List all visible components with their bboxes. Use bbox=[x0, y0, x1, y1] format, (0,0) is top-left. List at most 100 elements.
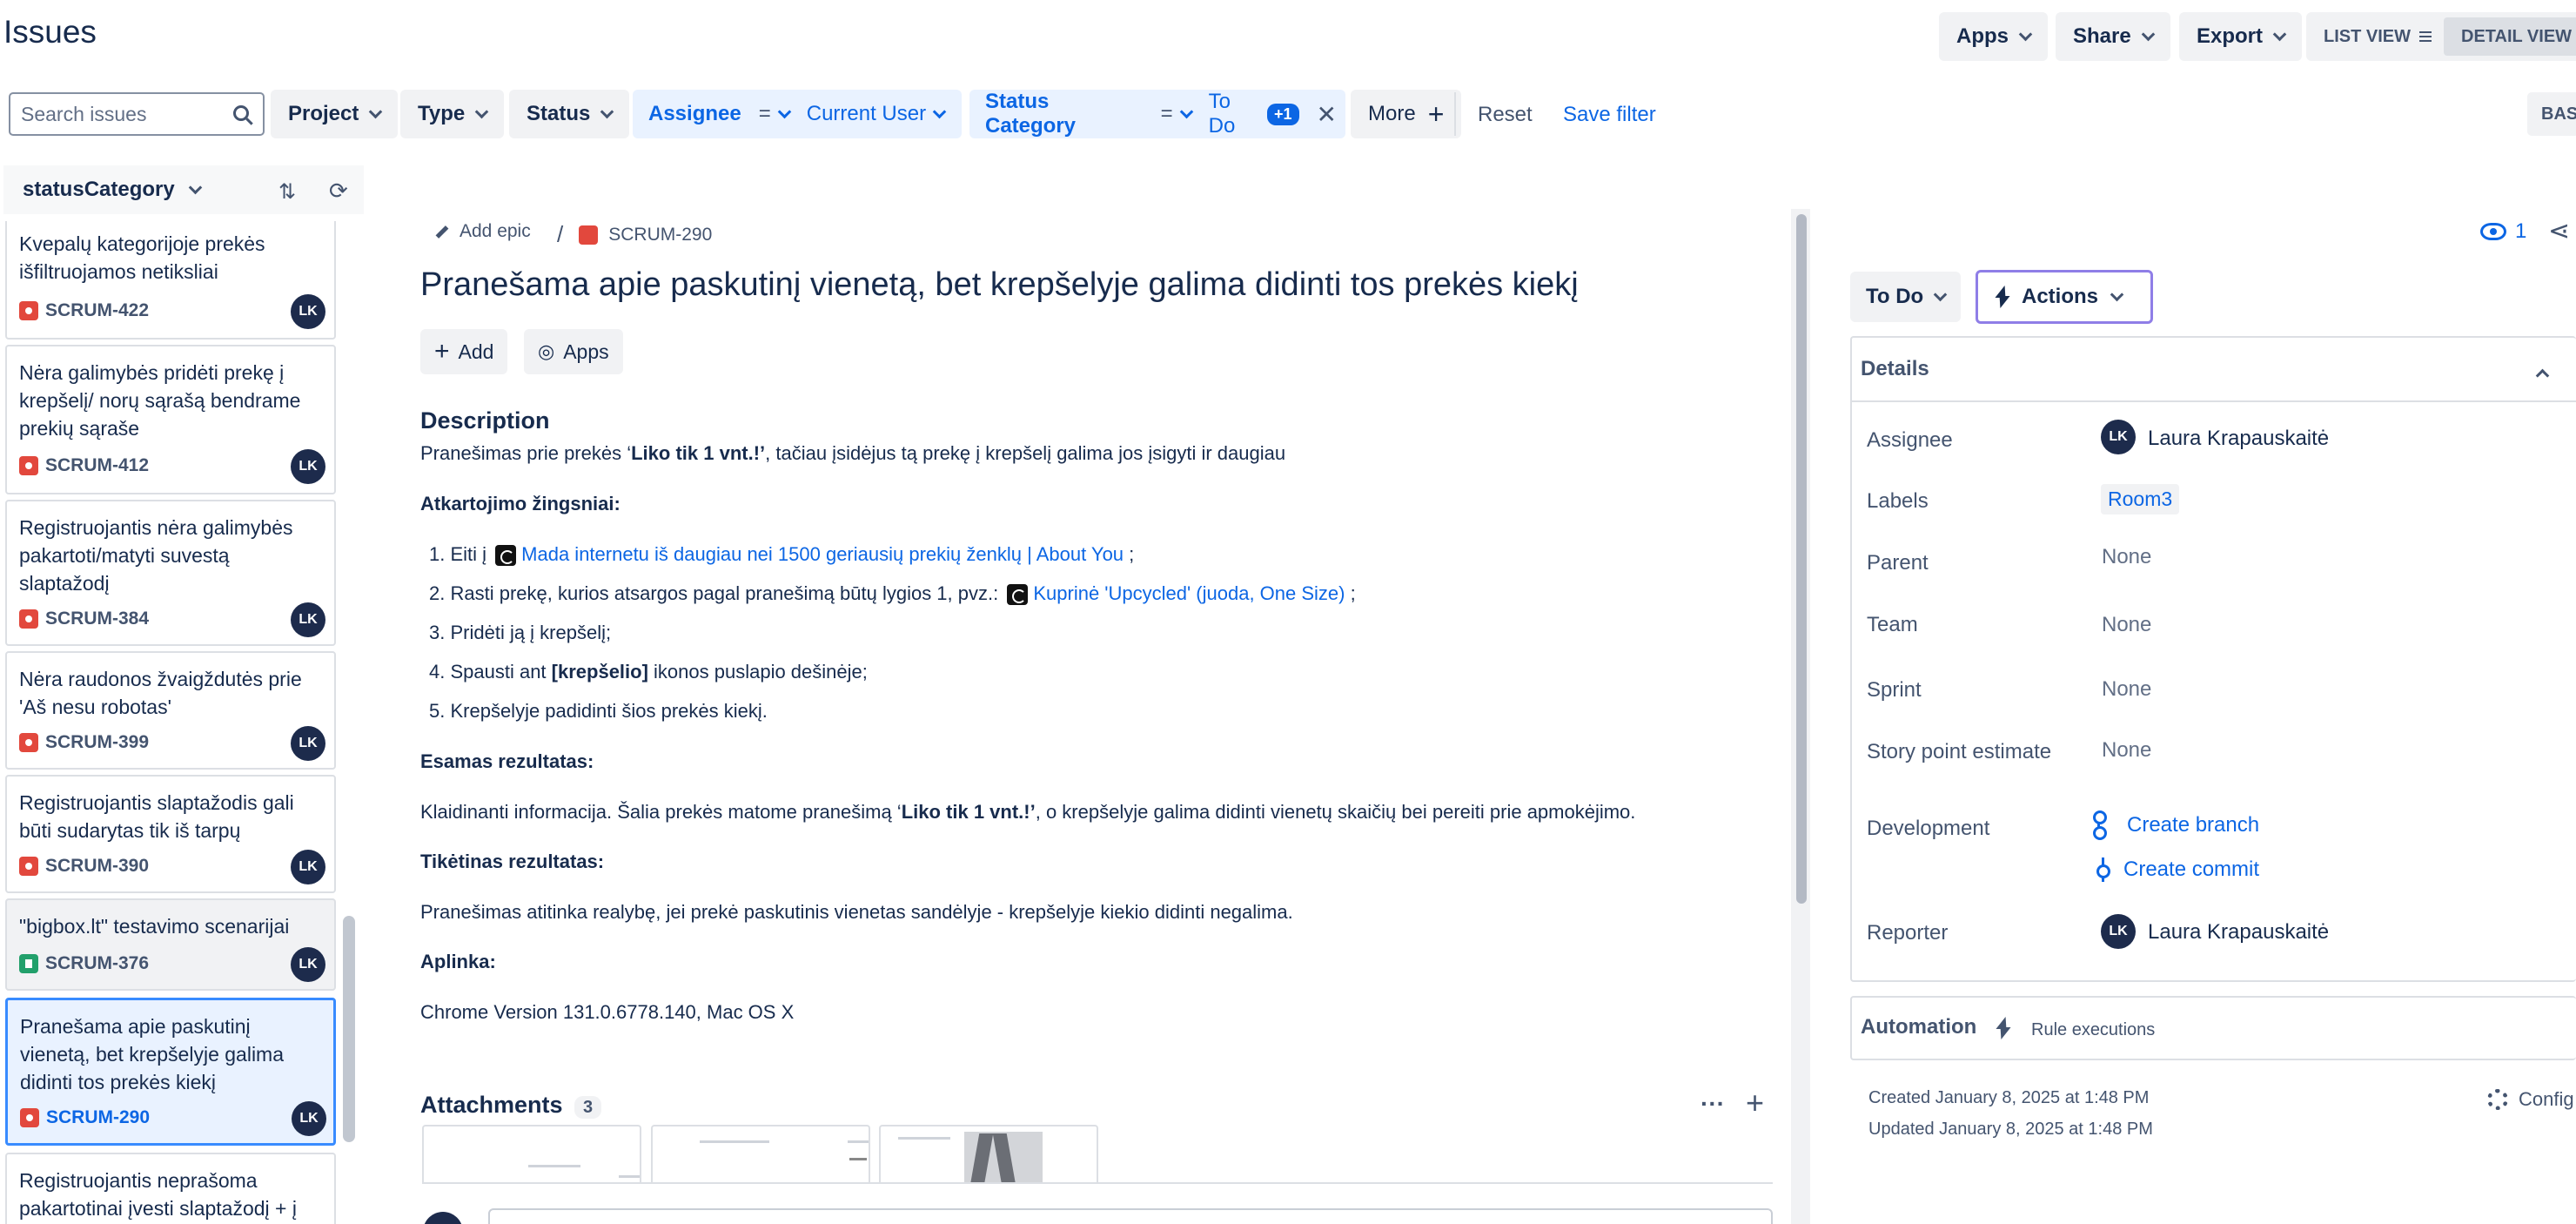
actual-text-bold: Liko tik 1 vnt.!’ bbox=[901, 801, 1036, 823]
refresh-icon[interactable]: ⟳ bbox=[329, 178, 348, 205]
label-tag[interactable]: Room3 bbox=[2101, 484, 2180, 514]
list-item-selected[interactable]: Pranešama apie paskutinį vienetą, bet kr… bbox=[5, 998, 336, 1146]
assignee-filter[interactable]: Assignee = Current User bbox=[633, 90, 962, 138]
sprint-value[interactable]: None bbox=[2102, 677, 2151, 702]
parent-value[interactable]: None bbox=[2102, 545, 2151, 569]
bug-icon bbox=[579, 225, 599, 245]
list-item[interactable]: Nėra raudonos žvaigždutės prie 'Aš nesu … bbox=[5, 651, 336, 770]
export-button[interactable]: Export bbox=[2179, 12, 2303, 61]
step-2: 2. Rasti prekę, kurios atsargos pagal pr… bbox=[429, 582, 1356, 606]
issue-title[interactable]: Pranešama apie paskutinį vienetą, bet kr… bbox=[420, 266, 1579, 304]
attachment-thumbnail[interactable] bbox=[879, 1125, 1098, 1184]
more-filters-button[interactable]: More + bbox=[1351, 90, 1462, 138]
bug-icon bbox=[19, 733, 38, 752]
bug-icon bbox=[20, 1108, 39, 1127]
avatar: LK bbox=[291, 726, 325, 761]
avatar: LK bbox=[291, 602, 325, 637]
status-category-operator[interactable]: = bbox=[1152, 90, 1200, 138]
detail-view-button[interactable]: DETAIL VIEW bbox=[2444, 17, 2576, 56]
actual-text-c: , o krepšelyje galima didinti vienetų sk… bbox=[1035, 801, 1636, 823]
environment-text: Chrome Version 131.0.6778.140, Mac OS X bbox=[420, 1001, 795, 1023]
basic-toggle[interactable]: BAS bbox=[2527, 92, 2576, 136]
save-filter-button[interactable]: Save filter bbox=[1563, 103, 1656, 127]
watcher-count: 1 bbox=[2515, 219, 2527, 243]
create-commit-link[interactable]: Create commit bbox=[2096, 857, 2259, 882]
desc-text-a: Pranešimas prie prekės ‘ bbox=[420, 442, 632, 464]
step-1-text: Eiti į bbox=[450, 543, 487, 565]
gear-icon bbox=[2487, 1089, 2508, 1110]
status-filter[interactable]: Status bbox=[509, 90, 630, 138]
product-link[interactable]: Kuprinė 'Upcycled' (juoda, One Size) bbox=[1033, 582, 1345, 604]
aboutyou-link[interactable]: Mada internetu iš daugiau nei 1500 geria… bbox=[521, 543, 1124, 565]
issue-key-link[interactable]: SCRUM-290 bbox=[608, 225, 712, 245]
chevron-down-icon bbox=[1933, 287, 1948, 301]
status-category-field[interactable]: Status Category bbox=[969, 90, 1152, 138]
avatar: LK bbox=[292, 1101, 326, 1136]
actions-button[interactable]: Actions bbox=[1976, 270, 2153, 324]
create-branch-link[interactable]: Create branch bbox=[2093, 810, 2260, 840]
list-item[interactable]: "bigbox.lt" testavimo scenarijai SCRUM-3… bbox=[5, 898, 336, 991]
assignee-operator[interactable]: = bbox=[750, 90, 798, 138]
status-category-value[interactable]: To Do +1 bbox=[1200, 90, 1308, 138]
list-item[interactable]: Kvepalų kategorijoje prekės išfiltruojam… bbox=[5, 221, 336, 340]
team-value[interactable]: None bbox=[2102, 613, 2151, 637]
chevron-up-icon[interactable] bbox=[2535, 362, 2550, 387]
description-text[interactable]: Pranešimas prie prekės ‘Liko tik 1 vnt.!… bbox=[420, 442, 1285, 465]
assignee-value[interactable]: Laura Krapauskaitė bbox=[2148, 427, 2329, 451]
detail-view-label: DETAIL VIEW bbox=[2461, 26, 2573, 46]
reset-button[interactable]: Reset bbox=[1478, 103, 1533, 127]
project-label: Project bbox=[288, 102, 359, 125]
add-epic-button[interactable]: Add epic bbox=[435, 221, 531, 242]
list-item[interactable]: Registruojantis slaptažodis gali būti su… bbox=[5, 775, 336, 893]
count-badge: +1 bbox=[1267, 103, 1299, 125]
sort-icon[interactable]: ⇅ bbox=[278, 179, 296, 205]
list-item[interactable]: Registruojantis neprašoma pakartotinai į… bbox=[5, 1153, 336, 1224]
list-item[interactable]: Nėra galimybės pridėti prekę į krepšelį/… bbox=[5, 345, 336, 494]
left-scrollbar[interactable] bbox=[343, 916, 355, 1142]
reporter-value[interactable]: Laura Krapauskaitė bbox=[2148, 920, 2329, 945]
issue-title: Pranešama apie paskutinį vienetą, bet kr… bbox=[20, 1015, 284, 1093]
more-icon[interactable]: ··· bbox=[1701, 1090, 1725, 1118]
comment-input[interactable] bbox=[488, 1208, 1773, 1224]
aboutyou-favicon-icon bbox=[1007, 584, 1029, 606]
step-5: 5. Krepšelyje padidinti šios prekės kiek… bbox=[429, 700, 768, 723]
step-5-text: Krepšelyje padidinti šios prekės kiekį. bbox=[450, 700, 768, 722]
step-4: 4. Spausti ant [krepšelio] ikonos puslap… bbox=[429, 661, 868, 683]
type-filter[interactable]: Type bbox=[400, 90, 505, 138]
issue-key: SCRUM-422 bbox=[45, 300, 150, 320]
details-header[interactable] bbox=[1850, 338, 2576, 402]
story-icon bbox=[19, 954, 38, 973]
story-points-value[interactable]: None bbox=[2102, 738, 2151, 763]
share-icon[interactable]: ⋖ bbox=[2548, 216, 2570, 246]
chevron-down-icon bbox=[2110, 287, 2124, 301]
chevron-down-icon bbox=[932, 104, 947, 118]
status-dropdown[interactable]: To Do bbox=[1850, 272, 1962, 322]
group-by-select[interactable]: statusCategory bbox=[23, 178, 202, 202]
create-branch-label: Create branch bbox=[2127, 813, 2260, 837]
labels-label: Labels bbox=[1867, 489, 1929, 513]
add-button[interactable]: + Add bbox=[420, 329, 508, 374]
avatar: LK bbox=[291, 449, 325, 484]
assignee-field[interactable]: Assignee bbox=[633, 90, 750, 138]
actual-result-heading: Esamas rezultatas: bbox=[420, 750, 594, 772]
list-item[interactable]: Registruojantis nėra galimybės pakartoti… bbox=[5, 500, 336, 646]
middle-scrollbar[interactable] bbox=[1796, 214, 1807, 904]
share-button[interactable]: Share bbox=[2056, 12, 2170, 61]
attachment-thumbnail[interactable] bbox=[651, 1125, 870, 1184]
assignee-field-label: Assignee bbox=[648, 102, 741, 125]
attachment-thumbnail[interactable] bbox=[422, 1125, 641, 1184]
project-filter[interactable]: Project bbox=[271, 90, 399, 138]
bug-icon bbox=[19, 456, 38, 475]
add-attachment-icon[interactable]: + bbox=[1746, 1085, 1764, 1121]
apps-button[interactable]: ◎ Apps bbox=[524, 329, 623, 374]
close-icon[interactable]: ✕ bbox=[1308, 90, 1345, 138]
status-category-filter[interactable]: Status Category = To Do +1 ✕ bbox=[969, 90, 1345, 138]
assignee-value[interactable]: Current User bbox=[798, 90, 953, 138]
issue-title: Kvepalų kategorijoje prekės išfiltruojam… bbox=[19, 232, 265, 283]
watch-button[interactable]: 1 bbox=[2480, 219, 2526, 244]
list-view-button[interactable]: LIST VIEW bbox=[2306, 17, 2444, 56]
environment-heading: Aplinka: bbox=[420, 951, 496, 972]
configure-button[interactable]: Config bbox=[2487, 1088, 2574, 1111]
apps-button[interactable]: Apps bbox=[1939, 12, 2048, 61]
search-input[interactable]: Search issues bbox=[9, 92, 265, 136]
